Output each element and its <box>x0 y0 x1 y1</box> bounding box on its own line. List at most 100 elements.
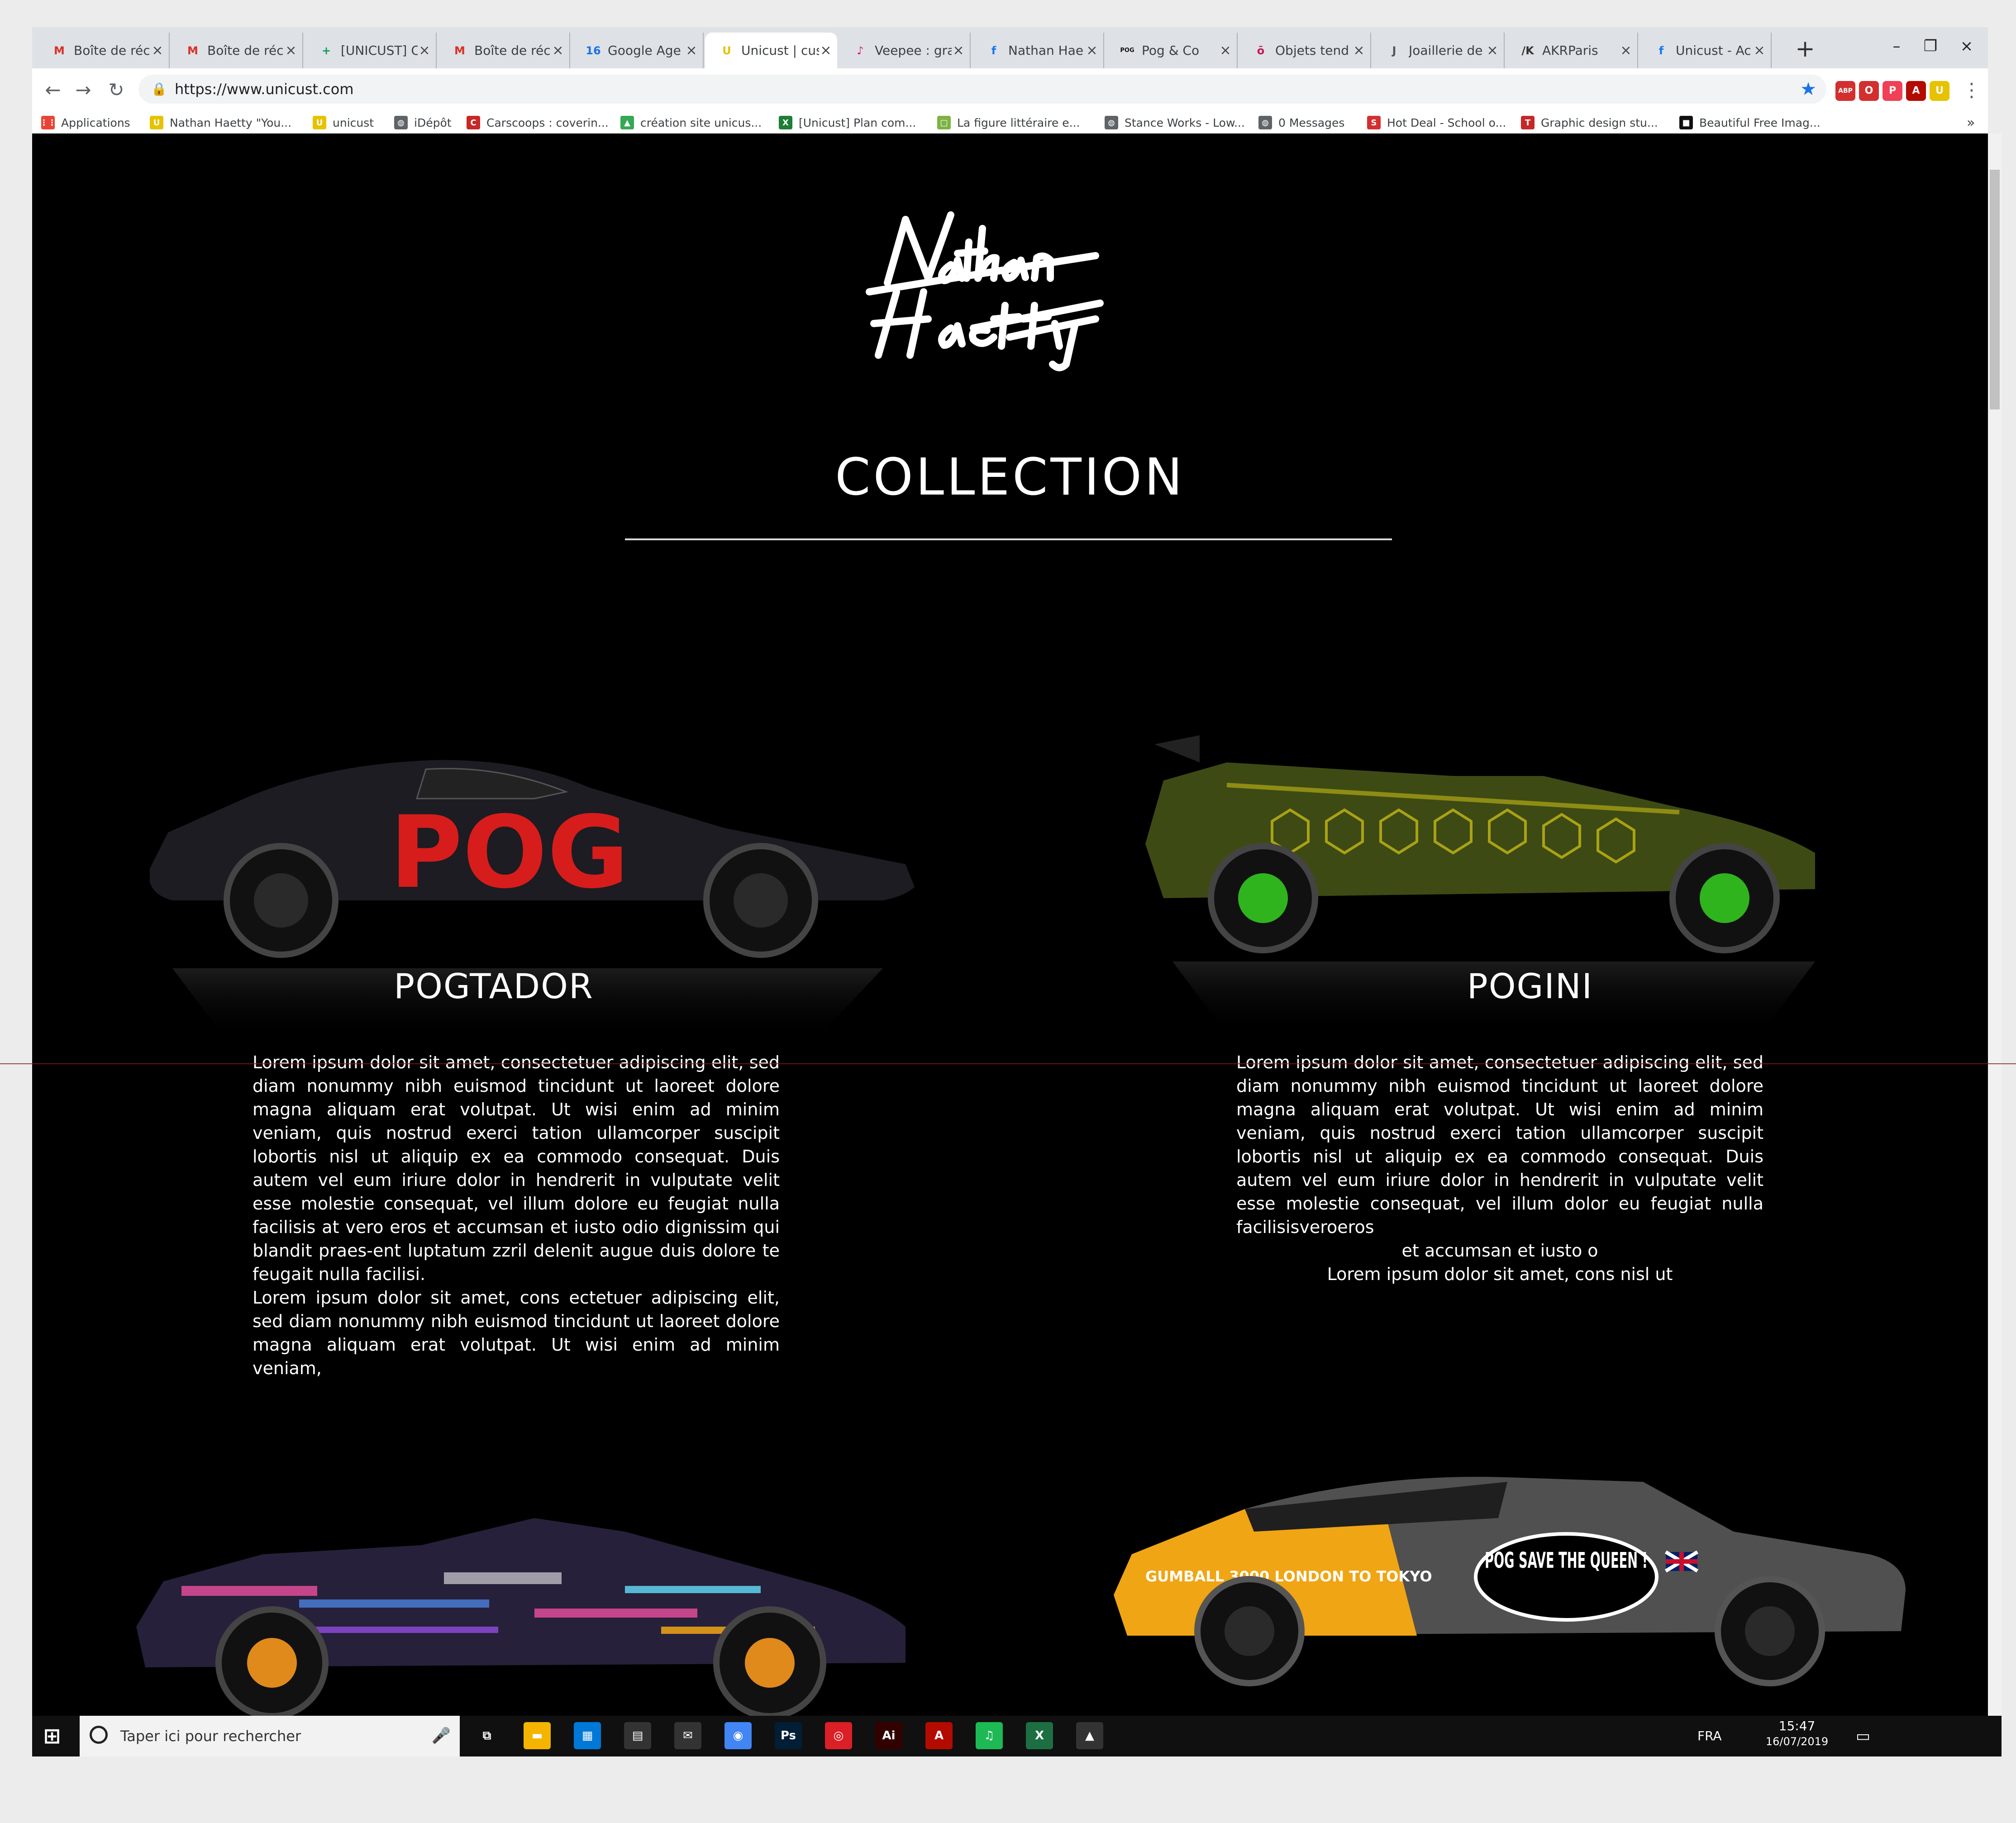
tab-11[interactable]: /K AKRParis × <box>1506 33 1638 68</box>
bookmarks-overflow-button[interactable]: » <box>1967 114 1975 131</box>
gmail-icon: M <box>454 44 465 57</box>
bookmark-item[interactable]: ◍ iDépôt <box>394 114 452 131</box>
chrome-icon[interactable]: ◉ <box>724 1722 752 1749</box>
close-tab-icon[interactable]: × <box>952 43 965 58</box>
bookmark-star-icon[interactable]: ★ <box>1800 79 1816 99</box>
tab-0[interactable]: M Boîte de réc × <box>38 33 170 68</box>
new-tab-button[interactable]: + <box>1792 35 1819 62</box>
browser-window: + – ❐ × M Boîte de réc × M Boîte de réc × + [UN… <box>32 27 1988 134</box>
nathan-haetty-logo[interactable] <box>860 201 1114 373</box>
scrollbar-thumb[interactable] <box>1990 170 2000 409</box>
close-tab-icon[interactable]: × <box>1753 43 1766 58</box>
bookmark-label: Carscoops : coverin... <box>486 116 609 129</box>
store-icon[interactable]: ▦ <box>574 1722 601 1749</box>
car-name-pogtador[interactable]: POGTADOR <box>222 966 765 1006</box>
unicust-icon: U <box>150 116 163 129</box>
browser-menu-button[interactable]: ⋮ <box>1959 77 1984 103</box>
page-scrollbar[interactable] <box>1988 133 2002 1716</box>
abp-icon[interactable]: ABP <box>1835 81 1855 101</box>
close-tab-icon[interactable]: × <box>151 43 164 58</box>
forward-button[interactable]: → <box>71 77 96 103</box>
tab-4[interactable]: 16 Google Age × <box>572 33 704 68</box>
car-description-pogini: Lorem ipsum dolor sit amet, consectetuer… <box>1236 1051 1763 1286</box>
close-tab-icon[interactable]: × <box>1352 43 1366 58</box>
car-image-glitch-roadster[interactable] <box>127 1482 942 1716</box>
description-paragraph: et accumsan et iusto o <box>1401 1241 1598 1261</box>
bookmark-label: iDépôt <box>414 116 452 129</box>
search-placeholder[interactable]: Taper ici pour rechercher <box>120 1716 301 1756</box>
lock-icon: 🔒 <box>151 81 167 96</box>
bookmark-item[interactable]: □ La figure littéraire e... <box>937 114 1080 131</box>
bookmark-label: unicust <box>333 116 374 129</box>
url-text[interactable]: https://www.unicust.com <box>175 75 354 104</box>
microphone-icon[interactable]: 🎤 <box>432 1727 451 1745</box>
bookmark-item[interactable]: Uunicust <box>313 114 374 131</box>
bookmark-item[interactable]: ◍ Stance Works - Low... <box>1105 114 1245 131</box>
close-tab-icon[interactable]: × <box>1085 43 1099 58</box>
tab-5[interactable]: U Unicust | cus × <box>705 33 837 68</box>
tab-6[interactable]: ♪ Veepee : gra × <box>839 33 971 68</box>
calculator-icon[interactable]: ▤ <box>624 1722 651 1749</box>
notifications-icon[interactable]: ▭ <box>1856 1716 1870 1756</box>
illustrator-icon[interactable]: Ai <box>875 1722 902 1749</box>
bookmark-item[interactable]: S Hot Deal - School o... <box>1367 114 1506 131</box>
bookmark-item[interactable]: X [Unicust] Plan com... <box>779 114 916 131</box>
acrobat-taskbar-icon[interactable]: A <box>925 1722 953 1749</box>
acrobat-icon[interactable]: A <box>1906 81 1926 101</box>
tab-8[interactable]: POG Pog & Co × <box>1106 33 1238 68</box>
photos-icon[interactable]: ▲ <box>1076 1722 1103 1749</box>
close-tab-icon[interactable]: × <box>551 43 565 58</box>
car-name-pogini[interactable]: POGINI <box>1258 966 1802 1006</box>
akr-icon: /K <box>1521 44 1534 57</box>
car-image-pog-save-the-queen[interactable]: GUMBALL 3000 LONDON TO TOKYO POG SAVE TH… <box>1100 1446 1924 1716</box>
file-explorer-icon[interactable]: ▬ <box>524 1722 551 1749</box>
creative-cloud-icon[interactable]: ◎ <box>825 1722 852 1749</box>
unsplash-icon: ■ <box>1679 116 1693 129</box>
livery-gumball-text: GUMBALL 3000 LONDON TO TOKYO <box>1145 1568 1432 1585</box>
close-tab-icon[interactable]: × <box>1619 43 1633 58</box>
clock[interactable]: 15:47 16/07/2019 <box>1765 1718 1829 1749</box>
photoshop-icon[interactable]: Ps <box>775 1722 802 1749</box>
unicust-ext-icon[interactable]: U <box>1930 81 1949 101</box>
address-bar[interactable]: 🔒 https://www.unicust.com ★ <box>138 75 1826 104</box>
close-tab-icon[interactable]: × <box>1486 43 1499 58</box>
tab-9[interactable]: ō Objets tend × <box>1239 33 1371 68</box>
spotify-icon[interactable]: ♫ <box>976 1722 1003 1749</box>
close-tab-icon[interactable]: × <box>418 43 431 58</box>
close-window-button[interactable]: × <box>1942 33 1992 60</box>
task-view-icon[interactable]: ⧉ <box>473 1722 500 1749</box>
tab-3[interactable]: M Boîte de réc × <box>438 33 570 68</box>
opera-addon-icon[interactable]: O <box>1859 81 1879 101</box>
pocket-icon[interactable]: P <box>1883 81 1902 101</box>
bookmark-item[interactable]: T Graphic design stu... <box>1521 114 1658 131</box>
tab-1[interactable]: M Boîte de réc × <box>171 33 303 68</box>
tab-title: Google Age <box>608 43 681 58</box>
back-button[interactable]: ← <box>40 77 66 103</box>
taskbar-search[interactable]: Taper ici pour rechercher 🎤 <box>80 1716 460 1756</box>
excel-taskbar-icon[interactable]: X <box>1026 1722 1053 1749</box>
tab-12[interactable]: f Unicust - Ac × <box>1639 33 1772 68</box>
bookmark-item[interactable]: U Nathan Haetty "You... <box>150 114 291 131</box>
tab-10[interactable]: J Joaillerie de × <box>1373 33 1505 68</box>
bookmark-item[interactable]: ◍ 0 Messages <box>1258 114 1344 131</box>
tab-title: [UNICUST] C <box>341 43 418 58</box>
tab-2[interactable]: + [UNICUST] C × <box>305 33 437 68</box>
close-tab-icon[interactable]: × <box>685 43 698 58</box>
bookmark-item[interactable]: ▲ création site unicus... <box>620 114 762 131</box>
drive-icon: ▲ <box>620 116 634 129</box>
tab-title: Boîte de réc <box>74 43 150 58</box>
start-button[interactable]: ⊞ <box>38 1722 66 1749</box>
bookmark-item[interactable]: ⋮⋮ Applications <box>40 114 130 131</box>
mail-icon[interactable]: ✉ <box>674 1722 701 1749</box>
reload-button[interactable]: ↻ <box>104 77 129 103</box>
bookmark-item[interactable]: ■ Beautiful Free Imag... <box>1679 114 1821 131</box>
tab-7[interactable]: f Nathan Hae × <box>972 33 1104 68</box>
close-tab-icon[interactable]: × <box>819 43 833 58</box>
bookmark-item[interactable]: C Carscoops : coverin... <box>467 114 609 131</box>
close-tab-icon[interactable]: × <box>284 43 298 58</box>
language-indicator[interactable]: FRA <box>1697 1716 1722 1756</box>
tab-title: Pog & Co <box>1142 43 1200 58</box>
svg-text:POG: POG <box>390 795 629 910</box>
guide-line <box>0 1063 2016 1064</box>
close-tab-icon[interactable]: × <box>1219 43 1232 58</box>
